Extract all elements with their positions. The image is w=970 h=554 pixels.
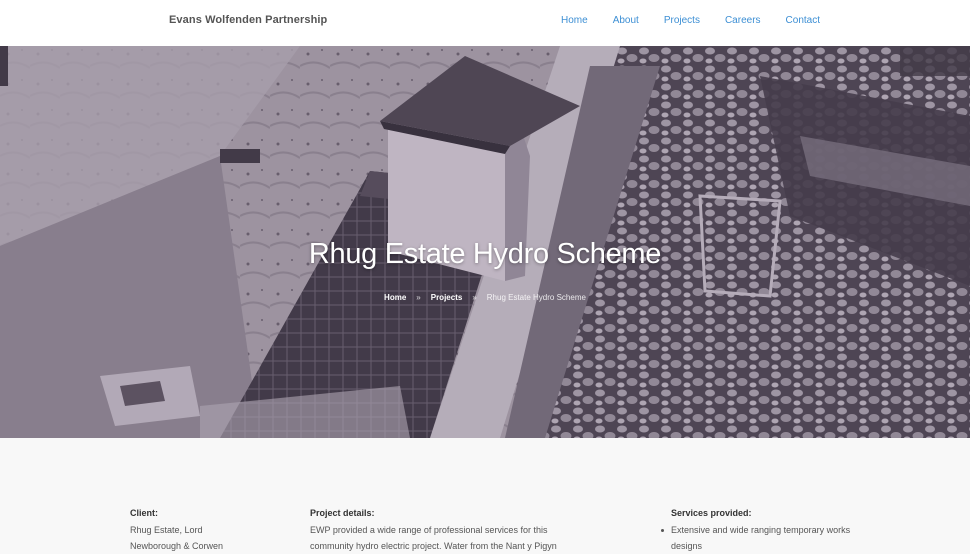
- breadcrumb-home[interactable]: Home: [384, 293, 406, 302]
- breadcrumb-separator: »: [416, 293, 421, 302]
- client-heading: Client:: [130, 508, 158, 518]
- nav-about[interactable]: About: [613, 15, 639, 26]
- hero-banner: Rhug Estate Hydro Scheme Home » Projects…: [0, 46, 970, 438]
- page-title: Rhug Estate Hydro Scheme: [308, 238, 662, 270]
- breadcrumb-projects[interactable]: Projects: [431, 293, 463, 302]
- nav-projects[interactable]: Projects: [664, 15, 700, 26]
- nav-contact[interactable]: Contact: [786, 15, 820, 26]
- services-list: Extensive and wide ranging temporary wor…: [661, 522, 851, 554]
- project-heading: Project details:: [310, 508, 375, 518]
- project-text: EWP provided a wide range of professiona…: [310, 525, 557, 551]
- nav-home[interactable]: Home: [561, 15, 588, 26]
- list-item: Extensive and wide ranging temporary wor…: [661, 522, 851, 554]
- project-column: Project details: EWP provided a wide ran…: [310, 505, 590, 554]
- services-column: Services provided: Extensive and wide ra…: [661, 505, 851, 554]
- client-text: Rhug Estate, Lord Newborough & Corwen: [130, 525, 224, 551]
- site-header: Evans Wolfenden Partnership Home About P…: [0, 0, 970, 46]
- breadcrumb: Home » Projects » Rhug Estate Hydro Sche…: [0, 293, 970, 302]
- services-heading: Services provided:: [671, 508, 752, 518]
- project-details: Client: Rhug Estate, Lord Newborough & C…: [0, 438, 970, 551]
- nav-careers[interactable]: Careers: [725, 15, 761, 26]
- site-brand[interactable]: Evans Wolfenden Partnership: [169, 14, 327, 26]
- client-column: Client: Rhug Estate, Lord Newborough & C…: [130, 505, 250, 554]
- main-nav: Home About Projects Careers Contact: [561, 15, 820, 26]
- breadcrumb-current: Rhug Estate Hydro Scheme: [486, 293, 586, 302]
- breadcrumb-separator: »: [472, 293, 477, 302]
